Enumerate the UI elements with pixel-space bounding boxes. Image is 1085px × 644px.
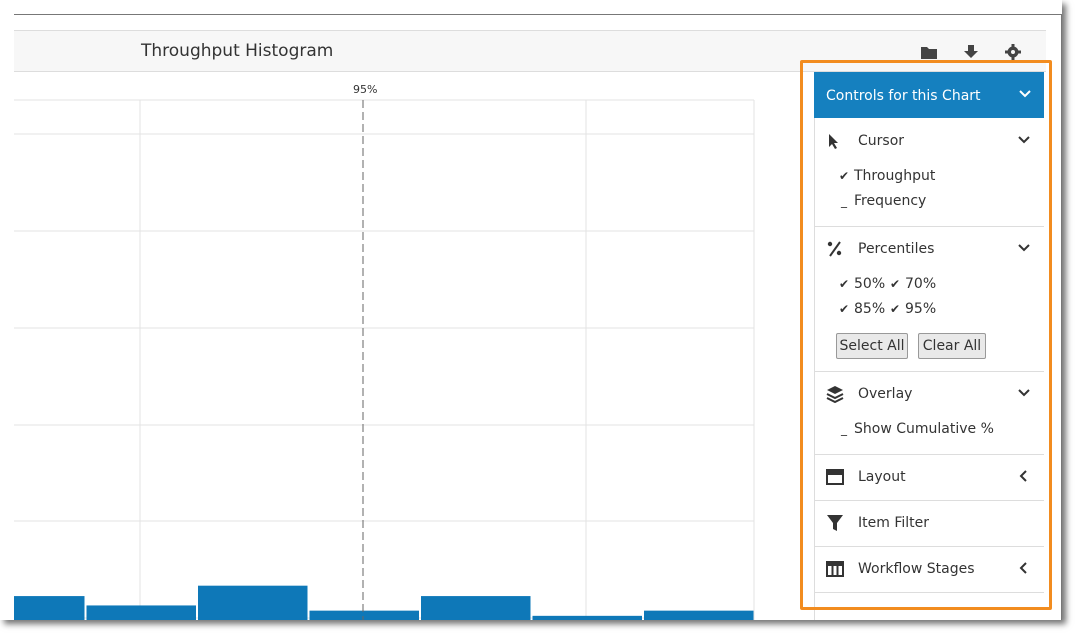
window-border	[14, 14, 1062, 15]
histogram-plot	[14, 99, 755, 620]
histogram-bars	[14, 585, 754, 620]
histogram-bar[interactable]	[421, 596, 531, 620]
histogram-bar[interactable]	[14, 596, 85, 620]
download-icon[interactable]	[962, 44, 980, 60]
gear-icon[interactable]	[1004, 44, 1022, 60]
histogram-bar[interactable]	[198, 585, 308, 620]
window-border	[1061, 14, 1062, 620]
percentile-label-95: 95%	[353, 83, 378, 96]
chart-title: Throughput Histogram	[141, 41, 334, 61]
folder-icon[interactable]	[920, 44, 938, 60]
histogram-bar[interactable]	[532, 615, 643, 620]
gridlines	[14, 99, 755, 620]
histogram-bar[interactable]	[644, 610, 754, 620]
histogram-bar[interactable]	[86, 605, 197, 620]
histogram-bar[interactable]	[309, 610, 420, 620]
highlight-outline	[800, 60, 1052, 610]
